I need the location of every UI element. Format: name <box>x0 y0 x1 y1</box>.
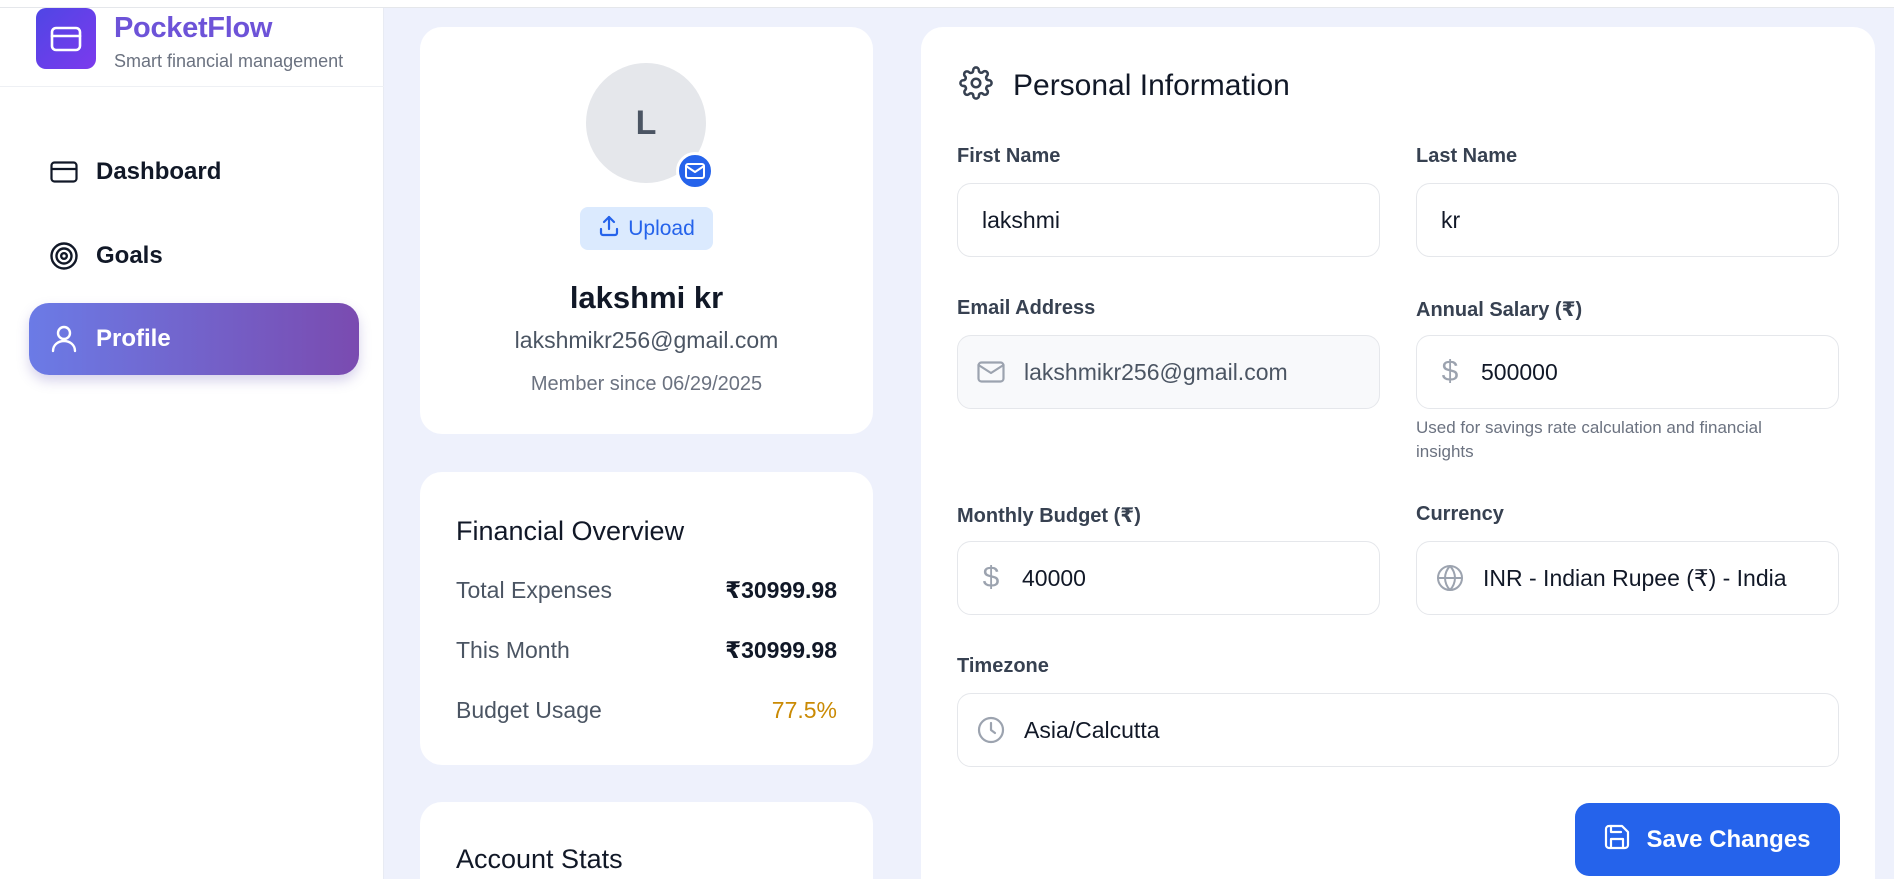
currency-label: Currency <box>1416 503 1504 525</box>
overview-row: Total Expenses ₹30999.98 <box>456 577 837 604</box>
budget-usage-value: 77.5% <box>771 697 837 723</box>
overview-label: Total Expenses <box>456 577 612 603</box>
salary-field[interactable]: $ 500000 <box>1416 335 1839 409</box>
upload-label: Upload <box>628 216 695 240</box>
profile-name: lakshmi kr <box>569 280 724 315</box>
profile-card: L Upload lakshmi kr lakshmikr256@gmail.c… <box>420 27 873 434</box>
top-border <box>0 0 1894 8</box>
upload-icon <box>598 215 620 242</box>
overview-label: Budget Usage <box>456 697 602 723</box>
timezone-label: Timezone <box>957 655 1049 677</box>
dollar-icon: $ <box>1441 355 1459 388</box>
wallet-icon <box>36 8 96 69</box>
overview-value: ₹30999.98 <box>725 637 837 663</box>
budget-field[interactable]: $ 40000 <box>957 541 1380 615</box>
personal-info-card: Personal Information First Name lakshmi … <box>921 27 1875 879</box>
profile-email: lakshmikr256@gmail.com <box>514 327 779 353</box>
user-icon <box>49 324 79 354</box>
overview-row: Budget Usage 77.5% <box>456 697 837 724</box>
salary-label: Annual Salary (₹) <box>1416 299 1583 321</box>
financial-overview-card: Financial Overview Total Expenses ₹30999… <box>420 472 873 765</box>
last-name-value: kr <box>1441 206 1461 233</box>
last-name-label: Last Name <box>1416 145 1518 167</box>
save-changes-button[interactable]: Save Changes <box>1575 803 1840 876</box>
member-since: Member since 06/29/2025 <box>530 373 763 395</box>
section-header: Personal Information <box>959 66 1290 105</box>
gear-icon <box>959 66 993 105</box>
first-name-label: First Name <box>957 145 1061 167</box>
save-icon <box>1604 824 1630 855</box>
brand-tagline: Smart financial management <box>114 51 344 71</box>
avatar-initial: L <box>635 103 657 142</box>
overview-title: Financial Overview <box>456 516 685 546</box>
account-stats-card: Account Stats <box>420 802 873 879</box>
timezone-select[interactable]: Asia/Calcutta <box>957 693 1839 767</box>
credit-card-icon <box>49 157 79 187</box>
sidebar-item-dashboard[interactable]: Dashboard <box>29 136 359 208</box>
salary-value: 500000 <box>1481 358 1558 385</box>
email-label: Email Address <box>957 297 1096 319</box>
mail-icon <box>976 357 1006 387</box>
overview-value: ₹30999.98 <box>725 577 837 603</box>
salary-helper-text: Used for savings rate calculation and fi… <box>1416 418 1762 461</box>
budget-value: 40000 <box>1022 564 1086 591</box>
email-field: lakshmikr256@gmail.com <box>957 335 1380 409</box>
globe-icon <box>1435 563 1465 593</box>
sidebar-item-label: Profile <box>96 325 171 352</box>
overview-row: This Month ₹30999.98 <box>456 637 837 664</box>
sidebar: PocketFlow Smart financial management Da… <box>0 0 384 879</box>
currency-value: INR - Indian Rupee (₹) - India <box>1483 564 1787 591</box>
first-name-field[interactable]: lakshmi <box>957 183 1380 257</box>
first-name-value: lakshmi <box>982 206 1060 233</box>
clock-icon <box>976 715 1006 745</box>
currency-select[interactable]: INR - Indian Rupee (₹) - India <box>1416 541 1839 615</box>
dollar-icon: $ <box>982 561 1000 594</box>
target-icon <box>49 241 79 271</box>
section-title: Personal Information <box>1013 68 1290 102</box>
brand-name: PocketFlow <box>114 12 273 44</box>
email-value: lakshmikr256@gmail.com <box>1024 358 1288 385</box>
sidebar-item-goals[interactable]: Goals <box>29 220 359 292</box>
mail-icon <box>676 152 714 190</box>
save-label: Save Changes <box>1646 825 1811 853</box>
brand-header: PocketFlow Smart financial management <box>0 0 384 87</box>
sidebar-item-label: Dashboard <box>96 158 222 185</box>
stats-title: Account Stats <box>456 844 623 874</box>
budget-label: Monthly Budget (₹) <box>957 505 1141 527</box>
sidebar-item-profile[interactable]: Profile <box>29 303 359 375</box>
last-name-field[interactable]: kr <box>1416 183 1839 257</box>
sidebar-item-label: Goals <box>96 242 163 269</box>
overview-label: This Month <box>456 637 570 663</box>
upload-button[interactable]: Upload <box>580 207 713 250</box>
timezone-value: Asia/Calcutta <box>1024 716 1160 743</box>
